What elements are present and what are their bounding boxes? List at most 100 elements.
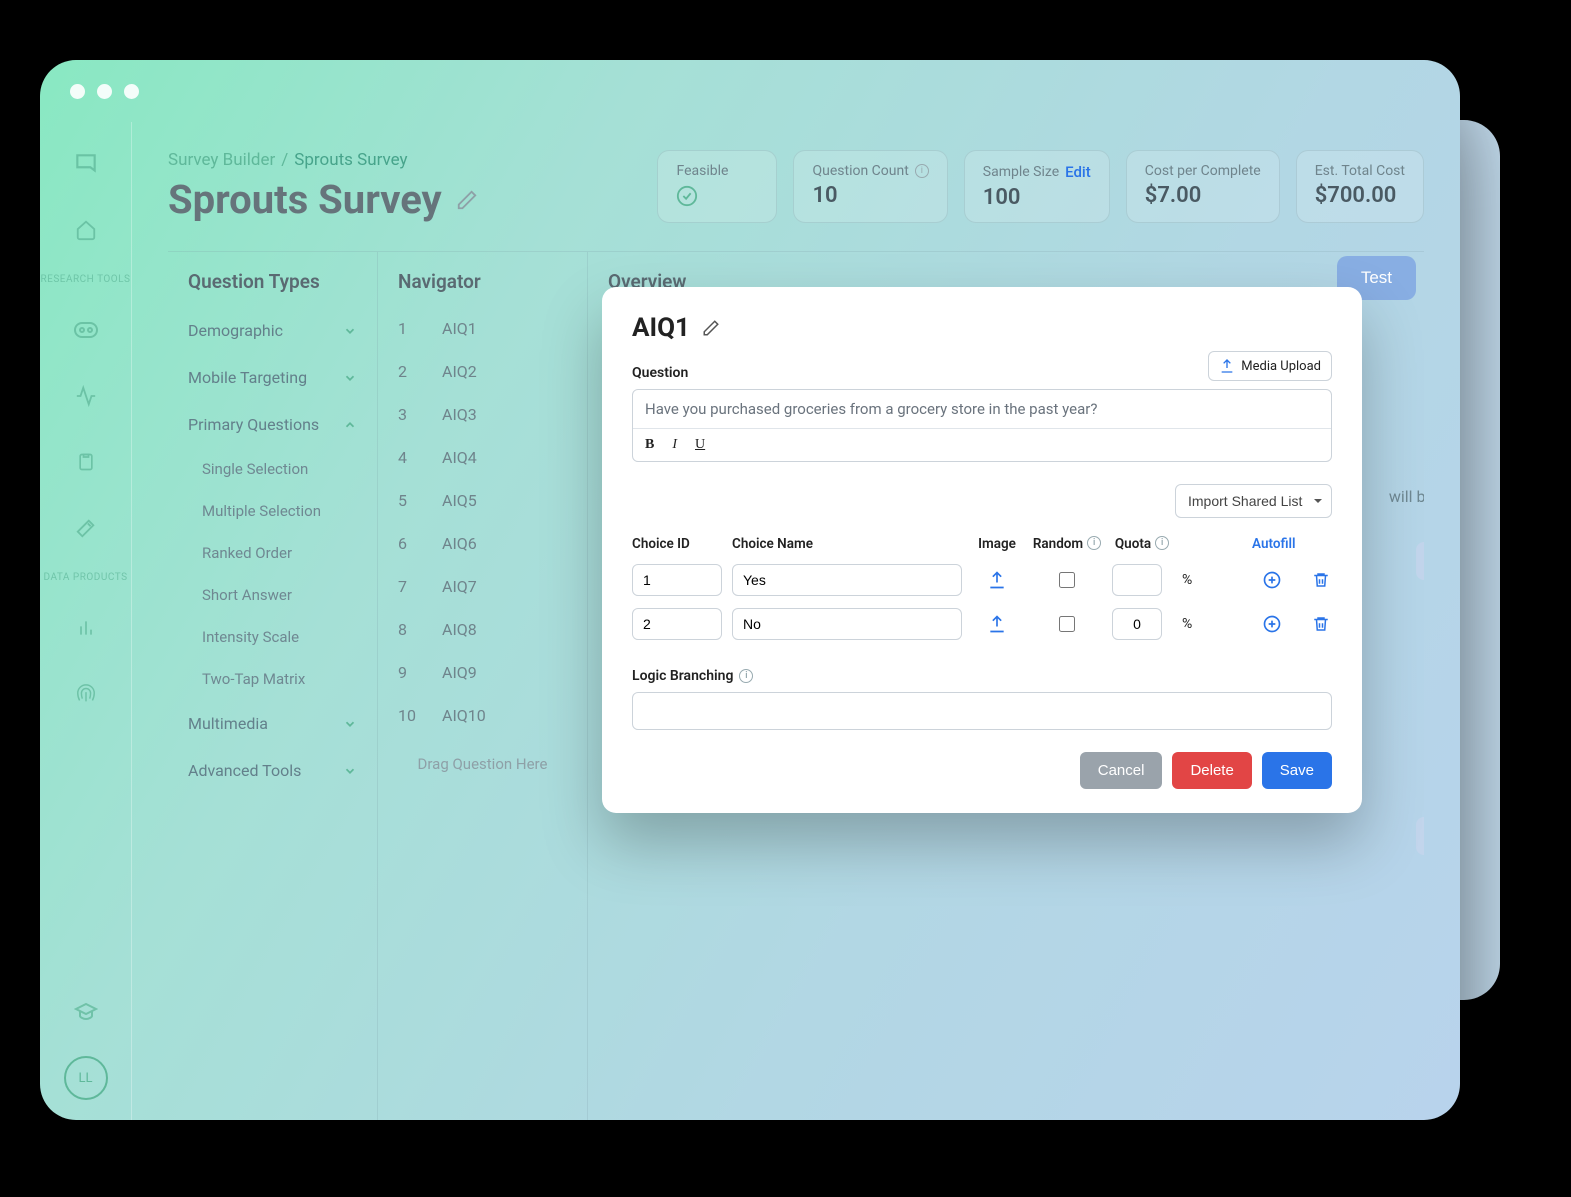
choice-random-checkbox[interactable] <box>1059 572 1075 588</box>
bold-button[interactable]: B <box>645 437 654 453</box>
navigator-item[interactable]: 6AIQ6 <box>398 522 567 565</box>
autofill-button[interactable]: Autofill <box>1252 536 1388 552</box>
nav-section-data: DATA PRODUCTS <box>43 572 127 584</box>
question-text[interactable]: Have you purchased groceries from a groc… <box>633 390 1331 428</box>
avatar[interactable]: LL <box>64 1056 108 1100</box>
metric-total: Est. Total Cost $700.00 <box>1296 150 1424 223</box>
home-icon[interactable] <box>64 208 108 252</box>
delete-button[interactable]: Delete <box>1172 752 1251 789</box>
bar-chart-icon[interactable] <box>64 606 108 650</box>
question-editor-modal: AIQ1 Question Media Upload <box>602 287 1362 813</box>
page-title: Sprouts Survey <box>168 176 442 223</box>
edit-title-icon[interactable] <box>456 189 478 211</box>
qtype-group[interactable]: Demographic <box>188 307 357 354</box>
choice-quota-input[interactable] <box>1112 608 1162 640</box>
choice-image-upload-icon[interactable] <box>972 614 1022 634</box>
drag-drop-zone[interactable]: Drag Question Here <box>398 737 567 791</box>
choice-name-input[interactable] <box>732 564 962 596</box>
info-icon[interactable]: i <box>1087 536 1101 550</box>
overview-partial-text: will be <box>1389 487 1424 506</box>
qtype-group[interactable]: Primary Questions <box>188 401 357 448</box>
left-nav: RESEARCH TOOLS DATA PRODUCTS <box>40 122 132 1120</box>
qtype-subitem[interactable]: Short Answer <box>188 574 357 616</box>
italic-button[interactable]: I <box>672 437 677 453</box>
delete-choice-icon[interactable] <box>1302 614 1340 634</box>
main: Survey Builder / Sprouts Survey Sprouts … <box>132 122 1460 1120</box>
metric-cpc: Cost per Complete $7.00 <box>1126 150 1280 223</box>
breadcrumb-root[interactable]: Survey Builder <box>168 150 275 170</box>
window-dot-max[interactable] <box>124 84 139 99</box>
choice-quota-input[interactable] <box>1112 564 1162 596</box>
add-choice-icon[interactable] <box>1252 570 1292 590</box>
navigator-panel: Navigator 1AIQ12AIQ23AIQ34AIQ45AIQ56AIQ6… <box>378 251 588 1120</box>
navigator-item[interactable]: 4AIQ4 <box>398 436 567 479</box>
window-dot-close[interactable] <box>70 84 85 99</box>
qtype-subitem[interactable]: Ranked Order <box>188 532 357 574</box>
activity-icon[interactable] <box>64 374 108 418</box>
info-icon[interactable]: i <box>1155 536 1169 550</box>
save-button[interactable]: Save <box>1262 752 1332 789</box>
logic-branching-input[interactable] <box>632 692 1332 730</box>
navigator-item[interactable]: 2AIQ2 <box>398 350 567 393</box>
qtype-subitem[interactable]: Intensity Scale <box>188 616 357 658</box>
qtype-group[interactable]: Multimedia <box>188 700 357 747</box>
window-dot-min[interactable] <box>97 84 112 99</box>
edit-question-title-icon[interactable] <box>702 319 720 337</box>
qtype-subitem[interactable]: Multiple Selection <box>188 490 357 532</box>
media-upload-button[interactable]: Media Upload <box>1208 351 1332 381</box>
navigator-item[interactable]: 9AIQ9 <box>398 651 567 694</box>
navigator-item[interactable]: 7AIQ7 <box>398 565 567 608</box>
qtype-subitem[interactable]: Two-Tap Matrix <box>188 658 357 700</box>
chevron-down-icon <box>343 371 357 385</box>
navigator-item[interactable]: 10AIQ10 <box>398 694 567 737</box>
metric-sample-size: Sample Size Edit 100 <box>964 150 1110 223</box>
import-shared-list-select[interactable]: Import Shared List <box>1175 484 1332 518</box>
vr-icon[interactable] <box>64 308 108 352</box>
choice-row: % <box>632 608 1332 640</box>
question-types-title: Question Types <box>188 270 357 293</box>
chevron-up-icon <box>343 418 357 432</box>
chevron-down-icon <box>343 717 357 731</box>
upload-icon <box>1219 358 1235 374</box>
fingerprint-icon[interactable] <box>64 672 108 716</box>
choice-image-upload-icon[interactable] <box>972 570 1022 590</box>
choice-header: Choice ID Choice Name Image Randomi Quot… <box>632 536 1332 552</box>
wand-icon[interactable] <box>64 506 108 550</box>
navigator-item[interactable]: 3AIQ3 <box>398 393 567 436</box>
info-icon[interactable]: i <box>915 164 929 178</box>
underline-button[interactable]: U <box>695 437 705 453</box>
qtype-group[interactable]: Advanced Tools <box>188 747 357 794</box>
question-editor[interactable]: Have you purchased groceries from a groc… <box>632 389 1332 462</box>
modal-title: AIQ1 <box>632 313 690 343</box>
choice-id-input[interactable] <box>632 608 722 640</box>
navigator-item[interactable]: 8AIQ8 <box>398 608 567 651</box>
delete-choice-icon[interactable] <box>1302 570 1340 590</box>
overview-widget-icon-1[interactable] <box>1416 542 1424 580</box>
clipboard-icon[interactable] <box>64 440 108 484</box>
app-window: RESEARCH TOOLS DATA PRODUCTS <box>40 60 1460 1120</box>
logic-branching-label: Logic Branching <box>632 668 733 684</box>
question-types-panel: Question Types DemographicMobile Targeti… <box>168 251 378 1120</box>
choice-id-input[interactable] <box>632 564 722 596</box>
edit-sample-size[interactable]: Edit <box>1065 163 1091 181</box>
overview-widget-icon-2[interactable] <box>1416 817 1424 855</box>
add-choice-icon[interactable] <box>1252 614 1292 634</box>
nav-section-research: RESEARCH TOOLS <box>41 274 131 286</box>
breadcrumb-current: Sprouts Survey <box>294 150 407 170</box>
qtype-subitem[interactable]: Single Selection <box>188 448 357 490</box>
choice-random-checkbox[interactable] <box>1059 616 1075 632</box>
overview-panel: Overview Test will be AIQ1 <box>588 251 1424 1120</box>
graduation-icon[interactable] <box>64 990 108 1034</box>
window-titlebar <box>40 60 1460 122</box>
qtype-group[interactable]: Mobile Targeting <box>188 354 357 401</box>
breadcrumb-sep: / <box>281 150 288 170</box>
navigator-title: Navigator <box>398 270 567 293</box>
chevron-down-icon <box>343 324 357 338</box>
choice-row: % <box>632 564 1332 596</box>
logo-icon[interactable] <box>64 142 108 186</box>
choice-name-input[interactable] <box>732 608 962 640</box>
cancel-button[interactable]: Cancel <box>1080 752 1163 789</box>
info-icon[interactable]: i <box>739 669 753 683</box>
navigator-item[interactable]: 1AIQ1 <box>398 307 567 350</box>
navigator-item[interactable]: 5AIQ5 <box>398 479 567 522</box>
